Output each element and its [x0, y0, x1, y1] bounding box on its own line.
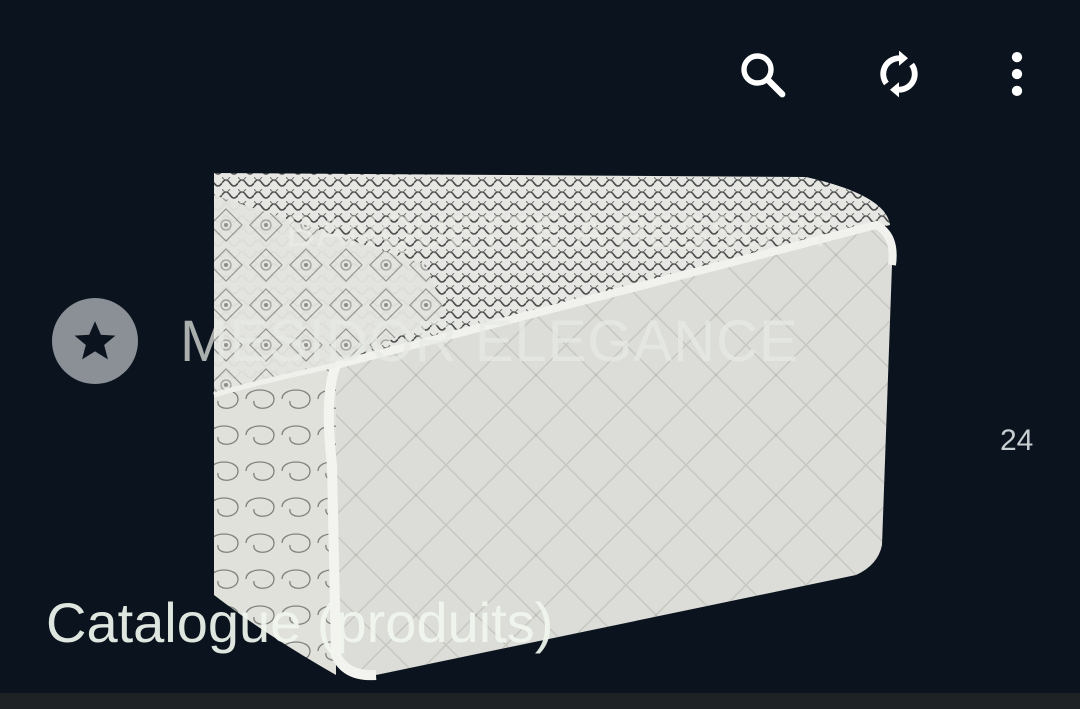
- sync-button[interactable]: [863, 38, 935, 110]
- catalogue-screen: BANQUETTE A RESSORT MESIDOR ELEGANCE 24 …: [0, 0, 1080, 709]
- sync-icon: [880, 50, 918, 98]
- more-vert-icon: [1011, 51, 1023, 97]
- product-count: 24: [1000, 424, 1034, 457]
- search-button[interactable]: [726, 38, 798, 110]
- product-name[interactable]: MESIDOR ELEGANCE: [180, 308, 799, 375]
- search-icon: [741, 53, 786, 98]
- product-category-label: BANQUETTE A RESSORT: [286, 207, 835, 256]
- favorite-star-button[interactable]: [52, 298, 138, 384]
- section-title: Catalogue (produits): [46, 591, 554, 654]
- star-icon: [74, 321, 116, 360]
- more-options-button[interactable]: [981, 38, 1053, 110]
- bottom-divider: [0, 693, 1080, 709]
